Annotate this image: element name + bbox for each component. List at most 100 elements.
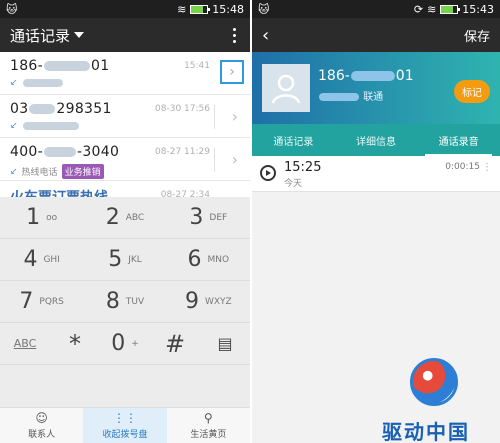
chevron-right-icon: › bbox=[229, 64, 235, 80]
person-icon bbox=[271, 74, 301, 104]
status-icons-left: 🐱 bbox=[258, 3, 269, 16]
contact-header: 186- 01 联通 标记 bbox=[252, 52, 500, 124]
call-row[interactable]: 03 298351 ↙ 08-30 17:56 › bbox=[0, 95, 250, 138]
key-2[interactable]: 2 ABC bbox=[83, 197, 166, 238]
recording-item[interactable]: 15:25 今天 0:00:15 ⋮ bbox=[252, 156, 500, 192]
call-row[interactable]: 400- -3040 ↙ 热线电话 业务推销 08-27 11:29 › bbox=[0, 138, 250, 181]
key-7[interactable]: 7 PQRS bbox=[0, 281, 83, 322]
key-6[interactable]: 6 MNO bbox=[167, 239, 250, 280]
overflow-menu-icon[interactable] bbox=[229, 24, 240, 47]
status-icons-right: ≋ 15:48 bbox=[177, 3, 244, 16]
redaction-blur bbox=[22, 122, 79, 130]
avatar[interactable] bbox=[262, 64, 310, 112]
battery-fill bbox=[191, 5, 204, 13]
contacts-icon: ☺ bbox=[35, 411, 48, 425]
bottom-nav: ☺ 联系人 ⋮⋮ 收起拨号盘 ⚲ 生活黄页 bbox=[0, 407, 250, 443]
clipboard-icon[interactable]: ▤ bbox=[200, 323, 250, 364]
app-bar: 通话记录 bbox=[0, 18, 250, 52]
dropdown-triangle-icon bbox=[74, 32, 85, 38]
redaction-blur bbox=[43, 61, 90, 71]
back-arrow-icon[interactable]: ‹ bbox=[262, 25, 269, 46]
carrier-location: 联通 bbox=[318, 88, 383, 103]
detail-tabs: 通话记录 详细信息 通话录音 bbox=[252, 124, 500, 156]
key-star[interactable]: * bbox=[50, 323, 100, 364]
incoming-arrow-icon: ↙ bbox=[10, 166, 18, 177]
call-row[interactable]: 186- 01 ↙ 15:41 › bbox=[0, 52, 250, 95]
key-4[interactable]: 4 GHI bbox=[0, 239, 83, 280]
status-time: 15:48 bbox=[212, 2, 244, 16]
keypad-row: 7 PQRS 8 TUV 9 WXYZ bbox=[0, 281, 250, 323]
row-divider bbox=[214, 105, 215, 129]
call-sub: ↙ bbox=[10, 121, 240, 131]
nav-hide-dialpad[interactable]: ⋮⋮ 收起拨号盘 bbox=[83, 408, 167, 443]
wifi-icon: ≋ bbox=[177, 2, 187, 16]
dial-keypad: 1 oo 2 ABC 3 DEF 4 GHI 5 JKL 6 MNO 7 PQRS 8 TUV … bbox=[0, 197, 250, 407]
battery-icon bbox=[190, 4, 211, 14]
logo-text: 驱动中国 bbox=[382, 420, 470, 443]
chevron-right-icon[interactable]: › bbox=[232, 107, 238, 126]
screenshot-root: 🐱 ≋ 15:48 通话记录 186- 01 ↙ 15:41 › 03 2983… bbox=[0, 0, 500, 443]
call-sub: ↙ bbox=[10, 78, 240, 88]
app-bar: ‹ 保存 bbox=[252, 18, 500, 52]
keypad-row: 4 GHI 5 JKL 6 MNO bbox=[0, 239, 250, 281]
nav-contacts[interactable]: ☺ 联系人 bbox=[0, 408, 83, 443]
cat-icon: 🐱 bbox=[258, 2, 270, 16]
page-title: 通话记录 bbox=[10, 26, 71, 45]
call-time: 08-27 11:29 bbox=[155, 147, 210, 157]
redaction-blur bbox=[22, 79, 63, 87]
incoming-arrow-icon: ↙ bbox=[10, 78, 18, 88]
keypad-row: 1 oo 2 ABC 3 DEF bbox=[0, 197, 250, 239]
status-bar: 🐱 ≋ 15:48 bbox=[0, 0, 250, 18]
spam-tag: 业务推销 bbox=[61, 164, 104, 179]
chevron-right-icon[interactable]: › bbox=[232, 150, 238, 169]
key-hash[interactable]: # bbox=[150, 323, 200, 364]
sync-icon: ⟳ bbox=[413, 2, 424, 16]
battery-icon bbox=[440, 4, 461, 14]
redaction-blur bbox=[29, 104, 56, 114]
status-time: 15:43 bbox=[462, 2, 494, 16]
call-time: 08-30 17:56 bbox=[155, 104, 210, 114]
cat-icon: 🐱 bbox=[6, 2, 18, 16]
row-divider bbox=[214, 148, 215, 172]
search-icon: ⚲ bbox=[203, 411, 213, 425]
title-dropdown[interactable]: 通话记录 bbox=[10, 25, 85, 46]
key-9[interactable]: 9 WXYZ bbox=[167, 281, 250, 322]
call-sub: ↙ 热线电话 业务推销 bbox=[10, 164, 240, 179]
mark-button[interactable]: 标记 bbox=[454, 80, 490, 103]
call-list: 186- 01 ↙ 15:41 › 03 298351 ↙ 08-30 17:56 bbox=[0, 52, 250, 206]
abc-switch-key[interactable]: ABC bbox=[0, 323, 50, 364]
key-3[interactable]: 3 DEF bbox=[167, 197, 250, 238]
play-icon[interactable] bbox=[260, 165, 276, 181]
wifi-icon: ≋ bbox=[427, 2, 437, 16]
dialpad-icon: ⋮⋮ bbox=[112, 411, 137, 425]
status-bar: 🐱 ⟳ ≋ 15:43 bbox=[252, 0, 500, 18]
redaction-blur bbox=[350, 71, 395, 81]
key-0[interactable]: 0 + bbox=[100, 323, 150, 364]
call-detail-button[interactable]: › bbox=[220, 60, 244, 84]
tab-call-log[interactable]: 通话记录 bbox=[252, 124, 335, 156]
call-time: 15:41 bbox=[184, 61, 210, 71]
key-8[interactable]: 8 TUV bbox=[83, 281, 166, 322]
recording-time: 15:25 bbox=[284, 160, 322, 175]
status-icons-right: ⟳ ≋ 15:43 bbox=[414, 3, 494, 16]
incoming-arrow-icon: ↙ bbox=[10, 121, 18, 131]
redaction-blur bbox=[319, 93, 359, 101]
key-1[interactable]: 1 oo bbox=[0, 197, 83, 238]
battery-fill bbox=[441, 5, 454, 13]
keypad-row: ABC * 0 + # ▤ bbox=[0, 323, 250, 365]
key-5[interactable]: 5 JKL bbox=[83, 239, 166, 280]
save-button[interactable]: 保存 bbox=[464, 26, 490, 45]
nav-yellow-pages[interactable]: ⚲ 生活黄页 bbox=[167, 408, 250, 443]
hotline-label: 热线电话 bbox=[21, 168, 58, 178]
overflow-menu-icon[interactable]: ⋮ bbox=[482, 162, 492, 173]
watermark-logo: 驱动中国 bbox=[380, 358, 490, 443]
recording-day: 今天 bbox=[284, 179, 303, 189]
logo-emblem-icon bbox=[410, 358, 458, 406]
status-icons-left: 🐱 bbox=[6, 3, 17, 16]
dialer-screen: 🐱 ≋ 15:48 通话记录 186- 01 ↙ 15:41 › 03 2983… bbox=[0, 0, 250, 443]
tab-details[interactable]: 详细信息 bbox=[335, 124, 418, 156]
tab-recordings[interactable]: 通话录音 bbox=[417, 124, 500, 156]
redaction-blur bbox=[43, 147, 76, 157]
recording-duration: 0:00:15 bbox=[445, 162, 480, 172]
contact-number: 186- 01 bbox=[318, 68, 414, 84]
